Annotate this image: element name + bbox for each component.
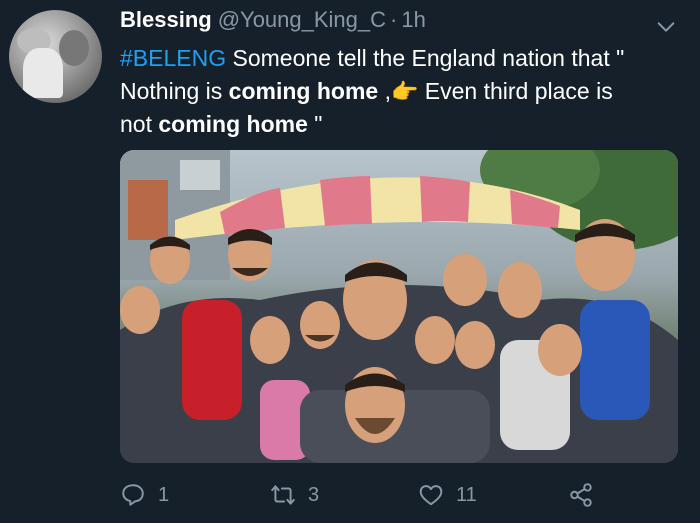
retweet-count: 3 [308,483,320,506]
heart-icon [419,485,443,506]
retweet-icon [271,485,295,505]
user-handle[interactable]: @Young_King_C [218,7,386,33]
pointing-hand-emoji: 👉 [390,79,419,104]
tweet-text-part: Even third place is [418,78,613,104]
like-button[interactable]: 11 [418,480,477,510]
header-separator: · [390,7,398,32]
like-count: 11 [456,483,477,506]
chevron-down-icon[interactable] [655,16,677,38]
share-icon [570,483,592,507]
tweet-text: #BELENG Someone tell the England nation … [120,42,680,141]
retweet-button[interactable]: 3 [270,480,319,510]
tweet-bold-text: coming home [158,111,308,137]
tweet-text-part: Nothing is [120,78,229,104]
tweet-header: Blessing @Young_King_C · 1h [120,7,426,37]
tweet-text-part: , [378,78,391,104]
tweet-bold-text: coming home [228,78,379,104]
tweet-text-part: not [120,111,159,137]
tweet-actions: 1 3 11 [120,480,680,510]
tweet-image[interactable] [120,150,678,463]
tweet-text-part: " [307,111,323,137]
reply-icon [122,484,144,506]
reply-count: 1 [158,483,170,506]
display-name[interactable]: Blessing [120,7,212,33]
avatar[interactable] [9,10,102,103]
reply-button[interactable]: 1 [120,480,169,510]
tweet-text-part: Someone tell the England nation that " [226,45,625,71]
tweet-timestamp[interactable]: 1h [401,7,425,33]
share-button[interactable] [568,480,606,510]
hashtag-link[interactable]: #BELENG [120,45,226,71]
